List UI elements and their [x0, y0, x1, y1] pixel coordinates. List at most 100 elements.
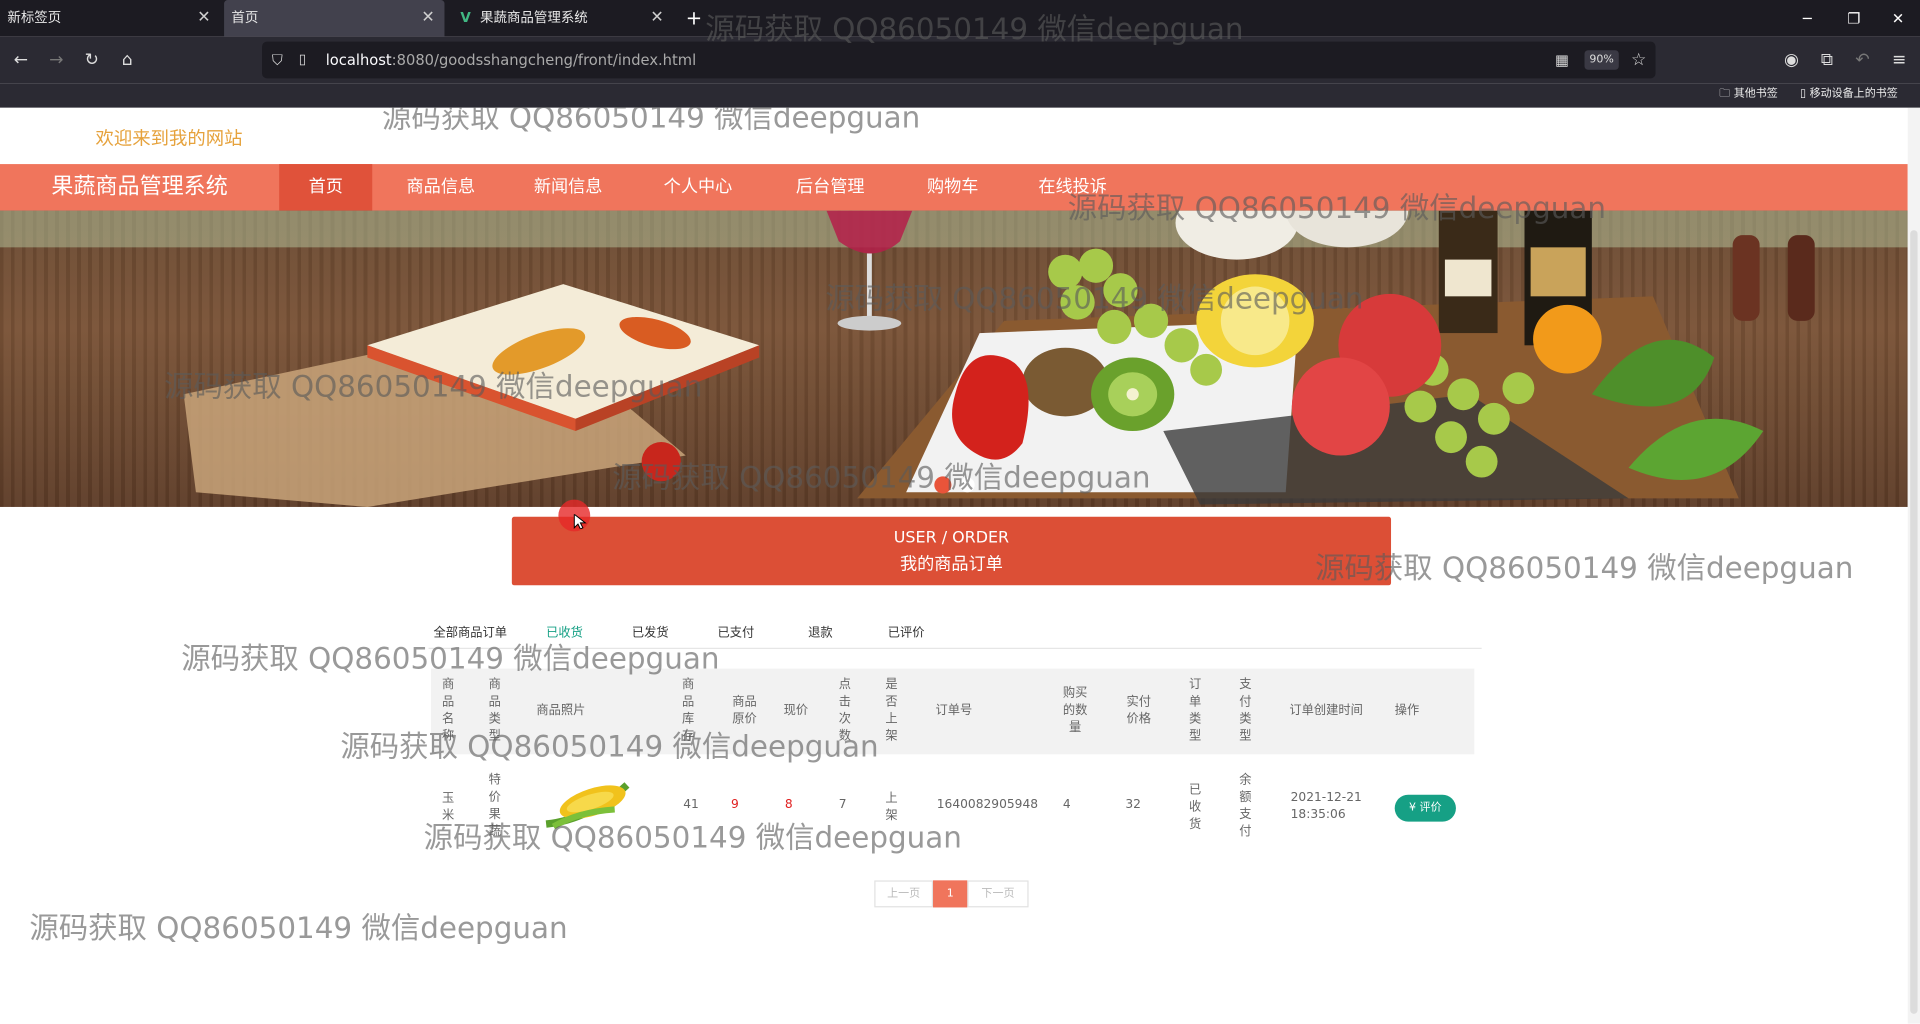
- order-section-header: USER / ORDER 我的商品订单: [511, 516, 1392, 586]
- cell-created-time: 2021-12-21 18:35:06: [1291, 790, 1362, 824]
- col-paid-price: 实付价格: [1126, 695, 1152, 727]
- col-order-type: 订单类型: [1188, 678, 1202, 744]
- home-icon[interactable]: ⌂: [114, 47, 141, 74]
- shield-icon: ⛉: [271, 51, 283, 69]
- tab-received[interactable]: 已收货: [546, 622, 583, 640]
- product-photo: [545, 782, 630, 829]
- welcome-text: 欢迎来到我的网站: [95, 127, 243, 150]
- tab-reviewed[interactable]: 已评价: [888, 622, 925, 640]
- review-button[interactable]: ¥ 评价: [1394, 794, 1456, 822]
- tab-all-orders[interactable]: 全部商品订单: [433, 622, 506, 640]
- col-listed: 是否上架: [885, 678, 898, 744]
- mobile-bookmarks[interactable]: ▯ 移动设备上的书签: [1800, 83, 1898, 105]
- order-title-en: USER / ORDER: [893, 528, 1010, 548]
- nav-cart[interactable]: 购物车: [906, 164, 999, 211]
- back-icon[interactable]: ←: [7, 47, 34, 74]
- col-product-type: 商品类型: [488, 678, 501, 744]
- orders-table-header: 商品名称 商品类型 商品照片 商品库存 商品原价 现价 点击次数 是否上架 订单…: [431, 668, 1475, 755]
- extension-icon[interactable]: ⧉: [1813, 47, 1840, 74]
- nav-news[interactable]: 新闻信息: [522, 164, 615, 211]
- tab-shipped[interactable]: 已发货: [632, 622, 669, 640]
- main-nav: 果蔬商品管理系统 首页 商品信息 新闻信息 个人中心 后台管理 购物车 在线投诉: [0, 164, 1908, 211]
- qr-code-icon[interactable]: ▦: [1555, 42, 1569, 79]
- account-icon[interactable]: ◉: [1778, 47, 1805, 74]
- page-scrollbar[interactable]: [1907, 107, 1920, 1024]
- yen-icon: ¥: [1409, 802, 1417, 815]
- url-text[interactable]: localhost:8080/goodsshangcheng/front/ind…: [326, 42, 696, 79]
- tab-refund[interactable]: 退款: [808, 622, 832, 640]
- page-icon: ▯: [298, 51, 307, 68]
- nav-admin[interactable]: 后台管理: [784, 164, 877, 211]
- close-icon[interactable]: ✕: [421, 0, 434, 37]
- nav-home[interactable]: 首页: [279, 164, 373, 211]
- cell-order-no: 1640082905948: [936, 798, 1039, 812]
- col-clicks: 点击次数: [838, 678, 852, 744]
- browser-tabbar: 新标签页 ✕ 首页 ✕ V 果蔬商品管理系统 ✕ + ─ ❐ ✕: [0, 0, 1920, 37]
- table-row: 玉米 特价果蔬 41 9 8 7 上架 1640082905948 4 32 已…: [431, 757, 1474, 855]
- cell-product-name: 玉米: [442, 792, 455, 823]
- created-time: 18:35:06: [1290, 808, 1346, 822]
- browser-tab-app[interactable]: V 果蔬商品管理系统 ✕: [453, 0, 673, 37]
- close-icon[interactable]: ✕: [650, 0, 663, 37]
- mouse-cursor-icon: [573, 514, 587, 529]
- reload-icon[interactable]: ↻: [78, 47, 105, 74]
- vue-icon: V: [460, 9, 471, 26]
- col-actions: 操作: [1394, 704, 1420, 718]
- watermark-text: 源码获取 QQ86050149 微信deepguan: [382, 107, 921, 135]
- created-date: 2021-12-21: [1290, 791, 1362, 805]
- nav-complaint[interactable]: 在线投诉: [1026, 164, 1119, 211]
- cell-current-price: 8: [784, 798, 793, 812]
- browser-tab-home[interactable]: 首页 ✕: [224, 0, 445, 37]
- order-status-tabs: 全部商品订单 已收货 已发货 已支付 退款 已评价: [428, 620, 1482, 649]
- nav-profile[interactable]: 个人中心: [651, 164, 744, 211]
- close-icon[interactable]: ✕: [197, 0, 210, 37]
- hero-banner: [0, 210, 1908, 507]
- web-page: 欢迎来到我的网站 果蔬商品管理系统 首页 商品信息 新闻信息 个人中心 后台管理…: [0, 107, 1908, 1024]
- cell-listed: 上架: [885, 792, 898, 823]
- cell-original-price: 9: [731, 798, 739, 812]
- bookmark-star-icon[interactable]: ☆: [1631, 42, 1646, 79]
- cell-stock: 41: [683, 798, 699, 812]
- forward-icon[interactable]: →: [43, 47, 70, 74]
- zoom-level[interactable]: 90%: [1584, 50, 1619, 70]
- cell-pay-type: 余额支付: [1239, 773, 1252, 839]
- nav-products[interactable]: 商品信息: [394, 164, 487, 211]
- bookmarks-bar: 🗀 其他书签 ▯ 移动设备上的书签: [0, 83, 1920, 108]
- restore-icon[interactable]: ❐: [1832, 0, 1876, 37]
- bookmark-label: 移动设备上的书签: [1809, 88, 1898, 101]
- screen: 新标签页 ✕ 首页 ✕ V 果蔬商品管理系统 ✕ + ─ ❐ ✕ ← → ↻ ⌂ …: [0, 0, 1920, 1024]
- tab-title: 新标签页: [7, 9, 62, 26]
- cell-clicks: 7: [838, 798, 847, 812]
- address-bar[interactable]: ⛉ ▯ localhost:8080/goodsshangcheng/front…: [262, 41, 1656, 79]
- col-current-price: 现价: [783, 704, 809, 718]
- tab-paid[interactable]: 已支付: [718, 622, 755, 640]
- menu-icon[interactable]: ≡: [1886, 47, 1913, 74]
- cell-order-type: 已收货: [1188, 783, 1202, 832]
- other-bookmarks[interactable]: 🗀 其他书签: [1719, 83, 1778, 105]
- next-page-button[interactable]: 下一页: [967, 880, 1029, 908]
- order-title-cn: 我的商品订单: [900, 554, 1003, 575]
- window-close-icon[interactable]: ✕: [1876, 0, 1920, 37]
- browser-tab-newtab[interactable]: 新标签页 ✕: [0, 0, 220, 37]
- new-tab-icon[interactable]: +: [686, 0, 702, 37]
- page-number-button[interactable]: 1: [933, 880, 968, 908]
- watermark-text: 源码获取 QQ86050149 微信deepguan: [29, 911, 568, 946]
- tab-title: 首页: [231, 9, 259, 26]
- review-label: 评价: [1419, 802, 1442, 815]
- col-pay-type: 支付类型: [1239, 678, 1252, 744]
- prev-page-button[interactable]: 上一页: [874, 880, 934, 908]
- browser-toolbar: ← → ↻ ⌂ ⛉ ▯ localhost:8080/goodsshangche…: [0, 36, 1920, 84]
- undo-icon[interactable]: ↶: [1849, 47, 1876, 74]
- cell-quantity: 4: [1062, 798, 1071, 812]
- minimize-icon[interactable]: ─: [1785, 0, 1829, 37]
- scrollbar-thumb[interactable]: [1910, 230, 1918, 1014]
- cell-paid-price: 32: [1125, 798, 1141, 812]
- url-host: localhost: [325, 51, 392, 69]
- col-order-no: 订单号: [935, 704, 973, 718]
- url-path: :8080/goodsshangcheng/front/index.html: [391, 51, 697, 69]
- site-brand[interactable]: 果蔬商品管理系统: [51, 164, 227, 211]
- col-created-time: 订单创建时间: [1289, 704, 1363, 718]
- watermark-text: 源码获取 QQ86050149 微信deepguan: [1315, 551, 1854, 586]
- col-original-price: 商品原价: [732, 695, 757, 727]
- col-product-photo: 商品照片: [536, 704, 586, 718]
